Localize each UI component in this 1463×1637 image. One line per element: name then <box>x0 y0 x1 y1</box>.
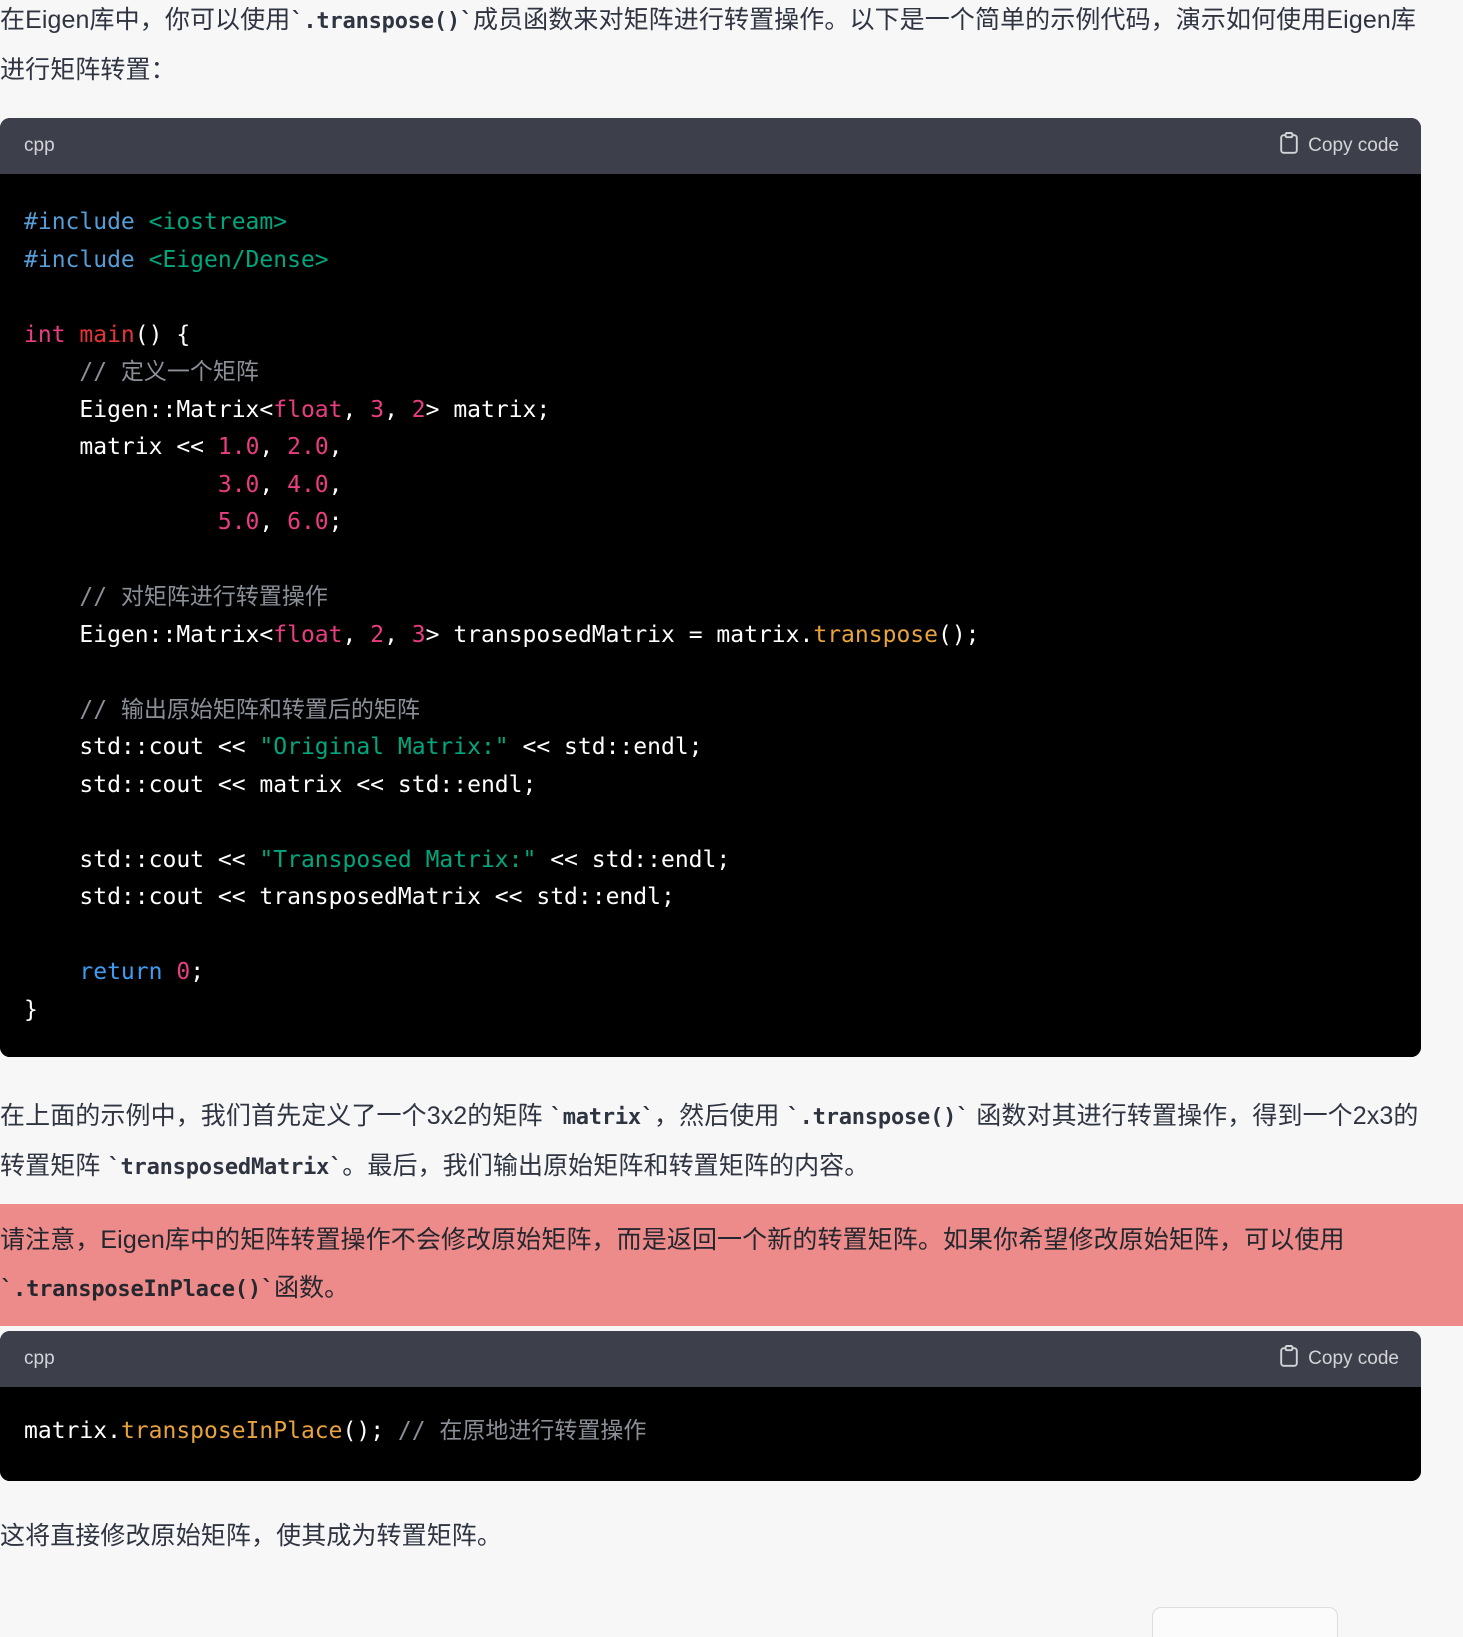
middle-text-b: ，然后使用 <box>654 1102 787 1130</box>
code-token-sep-4: , <box>328 471 343 498</box>
middle-text-a: 在上面的示例中，我们首先定义了一个3x2的矩阵 <box>0 1102 550 1130</box>
code-token-semicolon: ; <box>190 959 205 985</box>
clipboard-icon <box>1279 132 1299 160</box>
copy-code-button[interactable]: Copy code <box>1279 132 1399 160</box>
code-block-2-body[interactable]: matrix.transposeInPlace(); // 在原地进行转置操作 <box>0 1387 1421 1481</box>
code-token-include-1: #include <box>24 209 135 235</box>
code-comment-output: // 输出原始矩阵和转置后的矩阵 <box>24 696 420 723</box>
code-block-1: cpp Copy code #include <iostream> #inclu… <box>0 118 1421 1057</box>
code-token-float-1: float <box>273 396 343 423</box>
code-token-matrix-obj: matrix. <box>24 1418 121 1444</box>
closing-text: 这将直接修改原始矩阵，使其成为转置矩阵。 <box>0 1522 503 1550</box>
code-language-label: cpp <box>24 135 55 156</box>
note-inline-code-transposeinplace: `.transposeInPlace()` <box>0 1277 274 1302</box>
code-language-label-2: cpp <box>24 1348 55 1369</box>
code-token-transposed-decl-b: > transposedMatrix = matrix. <box>425 621 814 648</box>
middle-inline-code-transposedmatrix: `transposedMatrix` <box>107 1155 343 1180</box>
middle-inline-code-transpose: `.transpose()` <box>786 1105 970 1130</box>
clipboard-icon-2 <box>1279 1345 1299 1373</box>
code-token-cout-a: std::cout << <box>24 734 260 760</box>
code-token-main: main <box>65 321 135 348</box>
code-token-comma-1: , <box>342 396 371 423</box>
highlighted-note: 请注意，Eigen库中的矩阵转置操作不会修改原始矩阵，而是返回一个新的转置矩阵。… <box>0 1204 1463 1326</box>
code-token-sep-5: , <box>259 509 288 535</box>
code-value-4-0: 4.0 <box>287 471 329 498</box>
code-token-dim-2: 2 <box>411 396 426 423</box>
code-line-cout-matrix: std::cout << matrix << std::endl; <box>24 771 537 798</box>
code-token-stream-a: matrix << <box>24 434 218 460</box>
code-value-3-0: 3.0 <box>24 471 260 498</box>
code-value-1-0: 1.0 <box>217 434 260 460</box>
middle-inline-code-matrix: `matrix` <box>549 1105 655 1130</box>
code-token-main-brace: () { <box>134 321 191 348</box>
code-token-call-parens: (); <box>342 1418 398 1444</box>
code-token-sep-3: , <box>259 471 288 498</box>
code-token-endl-2: << std::endl; <box>536 846 731 873</box>
code-method-transpose: transpose <box>813 621 938 648</box>
code-token-int: int <box>24 321 66 348</box>
code-token-iostream: <iostream> <box>134 209 288 235</box>
code-token-eigen-dense: <Eigen/Dense> <box>134 246 329 273</box>
intro-text-a: 在Eigen库中，你可以使用 <box>0 6 291 34</box>
code-token-include-2: #include <box>24 246 135 273</box>
code-token-tdim-2: 2 <box>370 621 385 648</box>
code-comment-inplace: // 在原地进行转置操作 <box>397 1418 647 1444</box>
code-token-endl-1: << std::endl; <box>508 734 703 760</box>
closing-paragraph: 这将直接修改原始矩阵，使其成为转置矩阵。 <box>0 1512 1420 1560</box>
code-string-transposed-matrix: "Transposed Matrix:" <box>259 846 537 873</box>
note-text-b: 函数。 <box>273 1274 350 1302</box>
code-token-matrix-decl-a: Eigen::Matrix< <box>24 396 274 423</box>
middle-text-d: 。最后，我们输出原始矩阵和转置矩阵的内容。 <box>342 1152 870 1180</box>
code-block-2: cpp Copy code matrix.transposeInPlace();… <box>0 1331 1421 1481</box>
code-token-transposed-decl-a: Eigen::Matrix< <box>24 621 274 648</box>
code-token-comma-4: , <box>384 621 412 648</box>
copy-code-button-2[interactable]: Copy code <box>1279 1345 1399 1373</box>
code-block-1-body[interactable]: #include <iostream> #include <Eigen/Dens… <box>0 174 1421 1057</box>
code-token-sep-6: ; <box>328 509 343 535</box>
code-token-dim-3: 3 <box>370 396 385 423</box>
code-token-matrix-decl-b: > matrix; <box>425 396 551 423</box>
code-token-transposed-decl-c: (); <box>937 621 980 648</box>
code-block-1-header: cpp Copy code <box>0 118 1421 174</box>
code-token-closing-brace: } <box>24 996 38 1023</box>
code-block-2-header: cpp Copy code <box>0 1331 1421 1387</box>
bottom-floating-widget[interactable] <box>1152 1607 1338 1637</box>
code-value-return-0: 0 <box>162 959 191 985</box>
code-method-transposeinplace: transposeInPlace <box>120 1418 343 1444</box>
copy-code-label: Copy code <box>1308 135 1399 156</box>
code-token-float-2: float <box>273 621 343 648</box>
code-value-5-0: 5.0 <box>24 509 260 535</box>
code-value-6-0: 6.0 <box>287 509 329 535</box>
middle-paragraph: 在上面的示例中，我们首先定义了一个3x2的矩阵 `matrix`，然后使用 `.… <box>0 1092 1420 1192</box>
code-token-comma-3: , <box>342 621 371 648</box>
code-comment-define-matrix: // 定义一个矩阵 <box>24 359 259 385</box>
code-token-sep-1: , <box>259 434 288 460</box>
code-token-comma-2: , <box>384 396 412 423</box>
code-string-original-matrix: "Original Matrix:" <box>259 734 509 760</box>
intro-paragraph: 在Eigen库中，你可以使用`.transpose()`成员函数来对矩阵进行转置… <box>0 0 1420 94</box>
code-token-cout-b: std::cout << <box>24 846 260 873</box>
code-keyword-return: return <box>24 959 163 985</box>
code-token-tdim-3: 3 <box>411 621 426 648</box>
code-value-2-0: 2.0 <box>287 434 329 460</box>
code-comment-transpose-op: // 对矩阵进行转置操作 <box>24 584 328 610</box>
code-token-sep-2: , <box>328 434 343 460</box>
intro-inline-code: `.transpose()` <box>290 9 473 34</box>
note-text-a: 请注意，Eigen库中的矩阵转置操作不会修改原始矩阵，而是返回一个新的转置矩阵。… <box>0 1226 1345 1254</box>
code-line-cout-transposed: std::cout << transposedMatrix << std::en… <box>24 884 675 910</box>
copy-code-label-2: Copy code <box>1308 1348 1399 1369</box>
